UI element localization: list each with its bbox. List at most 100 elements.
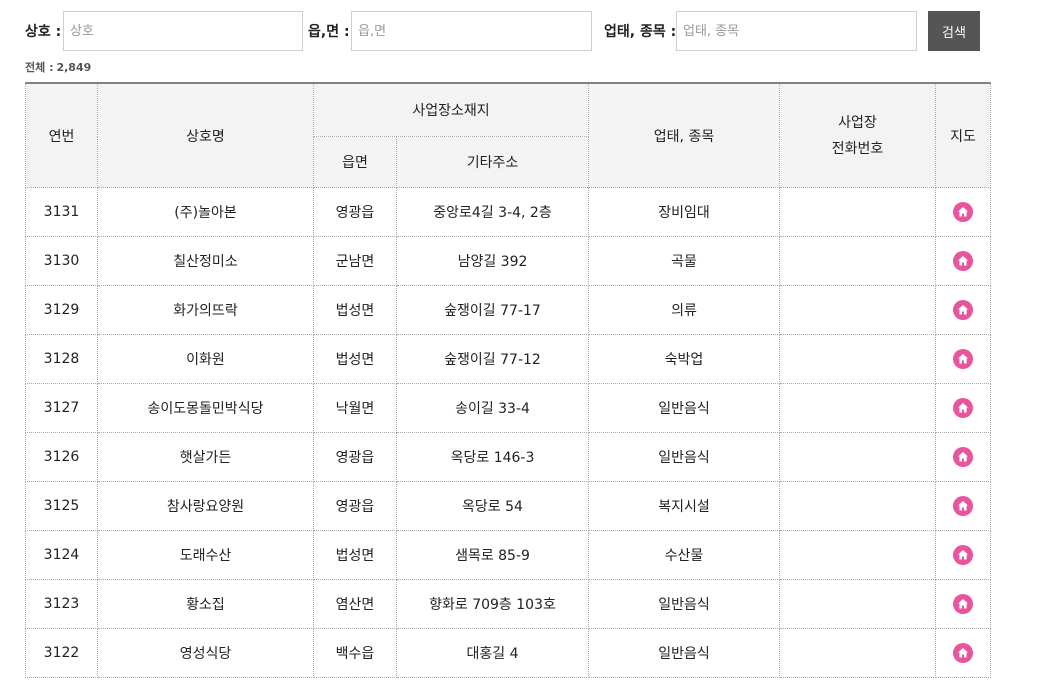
cell-phone [779,628,936,678]
cell-no: 3124 [25,530,98,580]
cell-type: 일반음식 [588,628,780,678]
cell-name: 햇살가든 [97,432,314,482]
cell-name: 도래수산 [97,530,314,580]
search-bar: 상호 : 읍,면 : 업태, 종목 : 검색 [0,0,1063,60]
cell-map [935,481,991,531]
home-icon[interactable] [953,643,973,663]
type-search-label: 업태, 종목 : [604,24,677,40]
total-count: 전체 :2,849 [25,59,91,75]
total-label: 전체 : [25,61,54,74]
cell-address: 대홍길 4 [396,628,589,678]
table-row: 3126 햇살가든 영광읍 옥당로 146-3 일반음식 [25,432,991,482]
cell-town: 영광읍 [313,432,397,482]
cell-map [935,285,991,335]
cell-phone [779,432,936,482]
cell-address: 옥당로 146-3 [396,432,589,482]
cell-name: 화가의뜨락 [97,285,314,335]
cell-type: 일반음식 [588,432,780,482]
cell-address: 남양길 392 [396,236,589,286]
table-row: 3123 황소집 염산면 향화로 709층 103호 일반음식 [25,579,991,629]
cell-town: 영광읍 [313,187,397,237]
cell-name: 칠산정미소 [97,236,314,286]
home-icon[interactable] [953,545,973,565]
cell-map [935,187,991,237]
cell-address: 샘목로 85-9 [396,530,589,580]
cell-phone [779,285,936,335]
cell-map [935,432,991,482]
cell-town: 법성면 [313,285,397,335]
table-row: 3131 (주)놀아본 영광읍 중앙로4길 3-4, 2층 장비임대 [25,187,991,237]
cell-map [935,383,991,433]
cell-name: 이화원 [97,334,314,384]
cell-map [935,628,991,678]
header-phone-line2: 전화번호 [831,140,884,157]
table-body: 3131 (주)놀아본 영광읍 중앙로4길 3-4, 2층 장비임대 3130 칠산정미소 군… [25,187,991,678]
header-no: 연번 [25,82,98,188]
cell-no: 3122 [25,628,98,678]
cell-phone [779,334,936,384]
home-icon[interactable] [953,398,973,418]
cell-phone [779,579,936,629]
home-icon[interactable] [953,496,973,516]
table-row: 3125 참사랑요양원 영광읍 옥당로 54 복지시설 [25,481,991,531]
header-map: 지도 [935,82,991,188]
town-search-label: 읍,면 : [308,24,350,40]
cell-name: (주)놀아본 [97,187,314,237]
cell-phone [779,236,936,286]
table-row: 3124 도래수산 법성면 샘목로 85-9 수산물 [25,530,991,580]
cell-type: 숙박업 [588,334,780,384]
cell-no: 3127 [25,383,98,433]
cell-type: 장비임대 [588,187,780,237]
table-row: 3129 화가의뜨락 법성면 숲쟁이길 77-17 의류 [25,285,991,335]
cell-name: 황소집 [97,579,314,629]
cell-address: 중앙로4길 3-4, 2층 [396,187,589,237]
cell-address: 옥당로 54 [396,481,589,531]
home-icon[interactable] [953,594,973,614]
cell-phone [779,187,936,237]
cell-type: 곡물 [588,236,780,286]
total-count-value: 2,849 [56,61,92,74]
cell-no: 3123 [25,579,98,629]
name-search-input[interactable] [63,11,303,51]
business-table: 연번 상호명 사업장소재지 업태, 종목 사업장 전화번호 지도 읍면 기타주소… [25,82,991,678]
header-type: 업태, 종목 [588,82,780,188]
cell-phone [779,530,936,580]
cell-name: 영성식당 [97,628,314,678]
cell-town: 영광읍 [313,481,397,531]
cell-type: 일반음식 [588,579,780,629]
cell-town: 법성면 [313,530,397,580]
home-icon[interactable] [953,447,973,467]
cell-address: 숲쟁이길 77-17 [396,285,589,335]
cell-no: 3128 [25,334,98,384]
cell-type: 복지시설 [588,481,780,531]
home-icon[interactable] [953,300,973,320]
cell-name: 송이도몽돌민박식당 [97,383,314,433]
cell-type: 일반음식 [588,383,780,433]
type-search-input[interactable] [676,11,917,51]
header-town: 읍면 [313,136,397,188]
cell-address: 숲쟁이길 77-12 [396,334,589,384]
cell-address: 송이길 33-4 [396,383,589,433]
cell-no: 3129 [25,285,98,335]
header-phone-line1: 사업장 [838,114,877,131]
town-search-input[interactable] [351,11,592,51]
cell-map [935,530,991,580]
cell-address: 향화로 709층 103호 [396,579,589,629]
home-icon[interactable] [953,251,973,271]
cell-town: 백수읍 [313,628,397,678]
cell-type: 수산물 [588,530,780,580]
header-address: 기타주소 [396,136,589,188]
cell-no: 3126 [25,432,98,482]
cell-name: 참사랑요양원 [97,481,314,531]
cell-no: 3125 [25,481,98,531]
home-icon[interactable] [953,349,973,369]
cell-phone [779,383,936,433]
name-search-label: 상호 : [25,24,62,40]
header-location-group: 사업장소재지 [313,82,589,137]
search-button[interactable]: 검색 [928,11,980,51]
table-row: 3127 송이도몽돌민박식당 낙월면 송이길 33-4 일반음식 [25,383,991,433]
cell-no: 3131 [25,187,98,237]
home-icon[interactable] [953,202,973,222]
table-row: 3130 칠산정미소 군남면 남양길 392 곡물 [25,236,991,286]
cell-map [935,236,991,286]
